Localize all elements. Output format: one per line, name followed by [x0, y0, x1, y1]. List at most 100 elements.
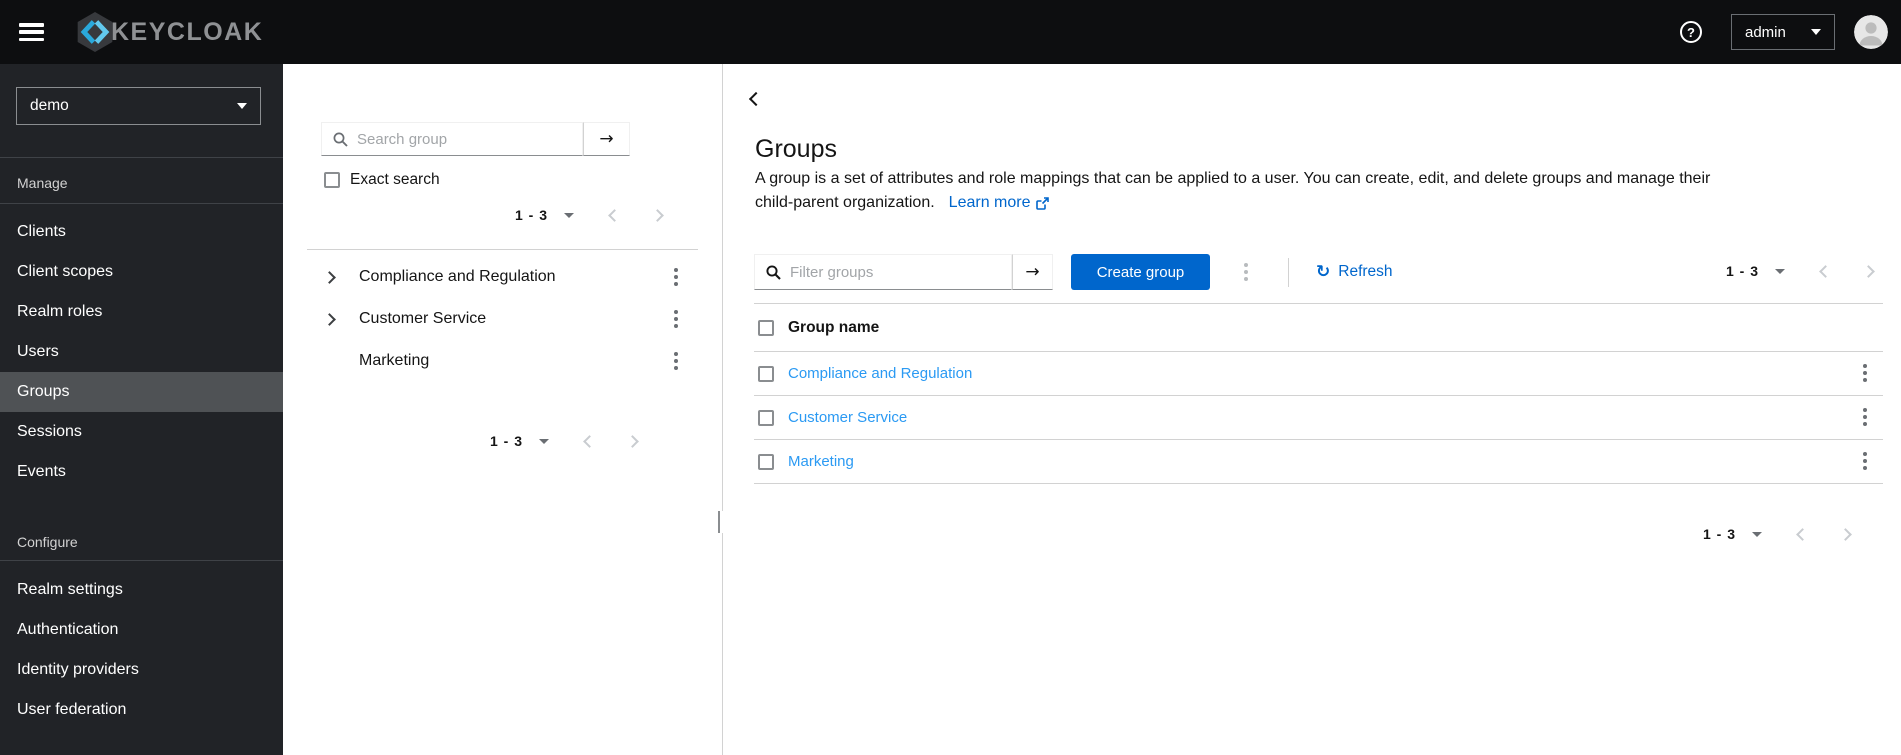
group-link[interactable]: Customer Service	[788, 409, 907, 426]
select-all-checkbox[interactable]	[758, 319, 774, 336]
pagination-range: 1 - 3	[1726, 263, 1760, 279]
tree-item-marketing: Marketing	[283, 341, 722, 383]
table-pagination-bottom: 1 - 3	[1703, 526, 1852, 542]
group-search-input[interactable]	[357, 130, 574, 148]
chevron-left-icon[interactable]	[1819, 264, 1832, 278]
group-link[interactable]: Marketing	[788, 453, 854, 470]
collapse-drawer-chevron-left-icon[interactable]	[748, 91, 764, 107]
sidebar-item-sessions[interactable]: Sessions	[0, 412, 283, 452]
kebab-menu-icon[interactable]	[1856, 449, 1874, 475]
masthead: KEYCLOAK ? admin	[0, 0, 1901, 64]
sidebar-item-groups[interactable]: Groups	[0, 372, 283, 412]
row-checkbox[interactable]	[758, 453, 774, 470]
kebab-menu-icon[interactable]	[1856, 361, 1874, 387]
pagination-range: 1 - 3	[515, 207, 549, 223]
sidebar-item-authentication[interactable]: Authentication	[0, 610, 283, 650]
caret-down-icon[interactable]	[539, 438, 550, 444]
tree-pagination-top: 1 - 3	[515, 207, 664, 223]
row-checkbox[interactable]	[758, 409, 774, 426]
tree-item-customer-service: Customer Service	[283, 299, 722, 341]
filter-groups-input[interactable]	[790, 263, 1003, 281]
kebab-menu-icon[interactable]	[1856, 405, 1874, 431]
create-group-button[interactable]: Create group	[1071, 254, 1210, 290]
filter-submit-button[interactable]: →	[1012, 254, 1053, 290]
table-header-row: Group name	[754, 303, 1883, 352]
arrow-right-icon: →	[599, 129, 614, 149]
kebab-menu-icon[interactable]	[667, 265, 685, 291]
avatar-icon	[1854, 15, 1888, 49]
group-tree-panel: → Exact search 1 - 3 Compliance and Regu…	[283, 64, 722, 755]
product-name: KEYCLOAK	[111, 17, 264, 46]
chevron-right-icon[interactable]	[1839, 527, 1852, 541]
divider	[307, 249, 698, 250]
username: admin	[1745, 23, 1786, 41]
sidebar-item-identity-providers[interactable]: Identity providers	[0, 650, 283, 690]
keycloak-logo: KEYCLOAK	[74, 11, 263, 53]
chevron-left-icon[interactable]	[583, 434, 596, 448]
refresh-icon: ↻	[1316, 261, 1331, 282]
toolbar-kebab-menu-icon[interactable]	[1237, 260, 1255, 286]
table-row-marketing: Marketing	[754, 440, 1883, 484]
chevron-right-icon[interactable]	[651, 208, 664, 222]
caret-down-icon[interactable]	[1775, 268, 1786, 274]
group-link[interactable]: Compliance and Regulation	[788, 365, 972, 382]
nav-section-manage: Manage	[17, 175, 68, 191]
divider	[0, 157, 283, 158]
kebab-menu-icon[interactable]	[667, 307, 685, 333]
tree-item-compliance-and-regulation: Compliance and Regulation	[283, 257, 722, 299]
expand-chevron-right-icon[interactable]	[323, 313, 336, 326]
sidebar-item-realm-roles[interactable]: Realm roles	[0, 292, 283, 332]
table-row-customer-service: Customer Service	[754, 396, 1883, 440]
search-icon	[766, 264, 781, 280]
nav-section-configure: Configure	[17, 534, 78, 550]
search-icon	[333, 132, 348, 147]
column-header-group-name: Group name	[788, 318, 880, 336]
chevron-down-icon	[237, 103, 247, 109]
chevron-down-icon	[1811, 29, 1821, 35]
chevron-right-icon[interactable]	[626, 434, 639, 448]
sidebar-item-user-federation[interactable]: User federation	[0, 690, 283, 730]
chevron-right-icon[interactable]	[1862, 264, 1875, 278]
page-title: Groups	[755, 135, 837, 163]
realm-selector-value: demo	[30, 97, 69, 114]
sidebar-nav: demo Manage Clients Client scopes Realm …	[0, 64, 283, 755]
sidebar-item-clients[interactable]: Clients	[0, 212, 283, 252]
search-submit-button[interactable]: →	[583, 122, 630, 156]
divider	[0, 560, 283, 561]
arrow-right-icon: →	[1025, 262, 1040, 282]
realm-selector[interactable]: demo	[16, 87, 261, 125]
kebab-menu-icon[interactable]	[667, 349, 685, 375]
caret-down-icon[interactable]	[1752, 531, 1763, 537]
avatar[interactable]	[1854, 15, 1888, 49]
chevron-left-icon[interactable]	[1796, 527, 1809, 541]
tree-item-label[interactable]: Customer Service	[359, 310, 486, 328]
expand-chevron-right-icon[interactable]	[323, 271, 336, 284]
group-search-field	[321, 122, 583, 156]
sidebar-item-client-scopes[interactable]: Client scopes	[0, 252, 283, 292]
table-pagination-top: 1 - 3	[1726, 263, 1875, 279]
sidebar-item-events[interactable]: Events	[0, 452, 283, 492]
exact-search-checkbox[interactable]	[324, 172, 340, 188]
main-panel: Groups A group is a set of attributes an…	[723, 64, 1901, 755]
filter-groups-field	[754, 254, 1012, 290]
groups-table: Group name Compliance and Regulation Cus…	[754, 303, 1883, 484]
learn-more-link[interactable]: Learn more	[949, 191, 1049, 215]
user-dropdown[interactable]: admin	[1731, 14, 1835, 50]
refresh-button[interactable]: ↻ Refresh	[1316, 263, 1393, 281]
page-description: A group is a set of attributes and role …	[755, 167, 1710, 215]
row-checkbox[interactable]	[758, 365, 774, 382]
divider	[0, 203, 283, 204]
help-icon[interactable]: ?	[1680, 21, 1702, 43]
keycloak-logo-icon	[77, 12, 113, 52]
sidebar-item-users[interactable]: Users	[0, 332, 283, 372]
sidebar-item-realm-settings[interactable]: Realm settings	[0, 570, 283, 610]
chevron-left-icon[interactable]	[608, 208, 621, 222]
exact-search-label: Exact search	[350, 171, 440, 188]
table-row-compliance-and-regulation: Compliance and Regulation	[754, 352, 1883, 396]
tree-item-label[interactable]: Marketing	[359, 352, 429, 370]
pagination-range: 1 - 3	[490, 433, 524, 449]
caret-down-icon[interactable]	[564, 212, 575, 218]
hamburger-menu-icon[interactable]	[19, 23, 44, 41]
tree-item-label[interactable]: Compliance and Regulation	[359, 268, 556, 286]
pagination-range: 1 - 3	[1703, 526, 1737, 542]
